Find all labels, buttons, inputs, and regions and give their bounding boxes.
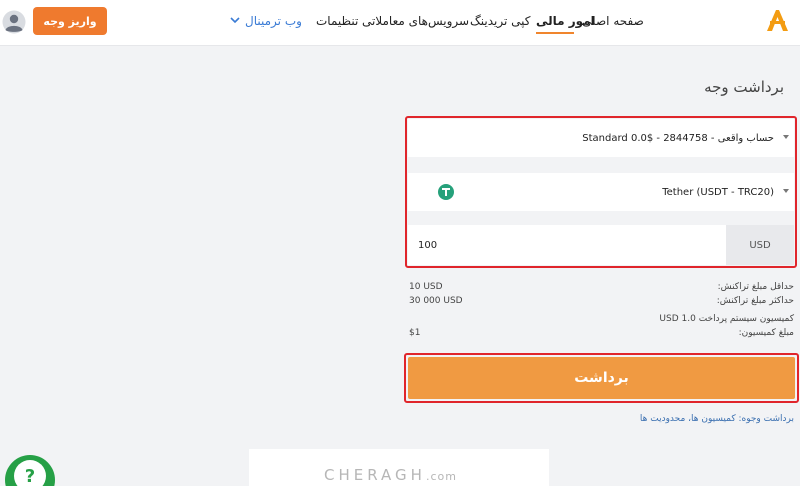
currency-select-value: Tether (USDT - TRC20) (662, 186, 774, 198)
nav-copy-trading[interactable]: کپی تریدینگ (470, 14, 530, 28)
help-button[interactable]: ? (5, 455, 55, 486)
tether-icon (438, 184, 454, 200)
max-amount-label: حداکثر مبلغ تراکنش: (716, 296, 794, 306)
caret-down-icon (783, 189, 789, 193)
top-header: صفحه اصلی امور مالی کپی تریدینگ سرویس‌ها… (0, 0, 800, 46)
fee-amount-label: مبلغ کمیسیون: (738, 328, 794, 338)
payment-fee-label: کمیسیون سیستم پرداخت 1.0 USD (659, 314, 794, 324)
alpari-logo[interactable] (764, 7, 790, 33)
withdraw-button[interactable]: برداشت (408, 357, 795, 399)
amount-input[interactable] (408, 225, 726, 265)
watermark-brand: CHERAGH (324, 466, 426, 484)
currency-select[interactable]: Tether (USDT - TRC20) (408, 173, 794, 211)
min-amount-value: 10 USD (409, 282, 443, 292)
account-select-value: حساب واقعی - 2844758 - Standard 0.0$ (582, 132, 774, 144)
user-avatar-icon[interactable] (2, 10, 26, 34)
max-amount-value: 30 000 USD (409, 296, 463, 306)
amount-currency: USD (726, 225, 794, 265)
chevron-down-icon[interactable] (230, 16, 240, 24)
page-title: برداشت وجه (704, 78, 784, 96)
fees-limits-link[interactable]: برداشت وجوه: کمیسیون ها، محدودیت ها (640, 414, 794, 424)
min-amount-label: حداقل مبلغ تراکنش: (717, 282, 794, 292)
nav-settings[interactable]: تنظیمات (316, 14, 358, 28)
caret-down-icon (783, 135, 789, 139)
help-icon: ? (14, 460, 46, 486)
watermark-text: CHERAGH.com (324, 466, 457, 484)
account-select[interactable]: حساب واقعی - 2844758 - Standard 0.0$ (408, 119, 794, 157)
watermark-suffix: .com (425, 470, 457, 483)
fee-amount-value: $1 (409, 328, 421, 338)
deposit-button[interactable]: واریز وجه (33, 7, 107, 35)
amount-row: USD (408, 225, 794, 265)
nav-active-indicator (536, 32, 574, 34)
nav-trading-services[interactable]: سرویس‌های معاملاتی (362, 14, 469, 28)
nav-finance[interactable]: امور مالی (536, 14, 595, 28)
nav-web-terminal[interactable]: وب ترمینال (245, 14, 302, 28)
